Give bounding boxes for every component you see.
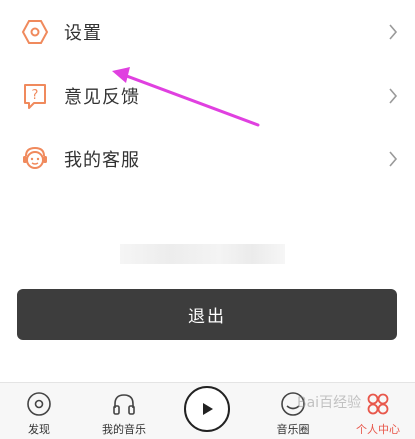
customer-service-avatar-icon [20, 144, 50, 174]
tab-discover[interactable]: 发现 [20, 383, 58, 439]
logout-button[interactable]: 退出 [17, 289, 397, 340]
chevron-right-icon [387, 22, 399, 42]
headphones-icon [113, 394, 135, 415]
menu-item-feedback[interactable]: ? 意见反馈 [0, 66, 415, 126]
chevron-right-icon [387, 86, 399, 106]
hexagon-settings-icon [20, 17, 50, 47]
play-button[interactable] [184, 386, 230, 432]
svg-text:?: ? [32, 88, 39, 103]
profile-settings-page: 设置 ? 意见反馈 我的客服 退出 发现 我的音乐 音乐圈 个人中心 Bai百经… [0, 0, 415, 439]
disc-icon [27, 392, 51, 416]
play-icon [203, 403, 213, 415]
music-circle-icon [281, 392, 305, 416]
profile-grid-icon [367, 393, 389, 415]
menu-item-label: 意见反馈 [64, 87, 140, 108]
blurred-decoration [120, 244, 285, 264]
tab-label: 发现 [28, 423, 50, 436]
tab-profile[interactable]: 个人中心 [350, 383, 406, 439]
tab-label: 我的音乐 [102, 423, 146, 436]
tab-label: 音乐圈 [276, 423, 310, 436]
tab-music-circle[interactable]: 音乐圈 [270, 383, 316, 439]
tab-my-music[interactable]: 我的音乐 [96, 383, 152, 439]
chevron-right-icon [387, 149, 399, 169]
menu-item-label: 我的客服 [64, 150, 140, 171]
menu-item-label: 设置 [64, 23, 102, 44]
menu-item-customer-service[interactable]: 我的客服 [0, 129, 415, 189]
tab-label: 个人中心 [356, 423, 400, 436]
question-bubble-icon: ? [20, 81, 50, 111]
menu-item-settings[interactable]: 设置 [0, 2, 415, 62]
